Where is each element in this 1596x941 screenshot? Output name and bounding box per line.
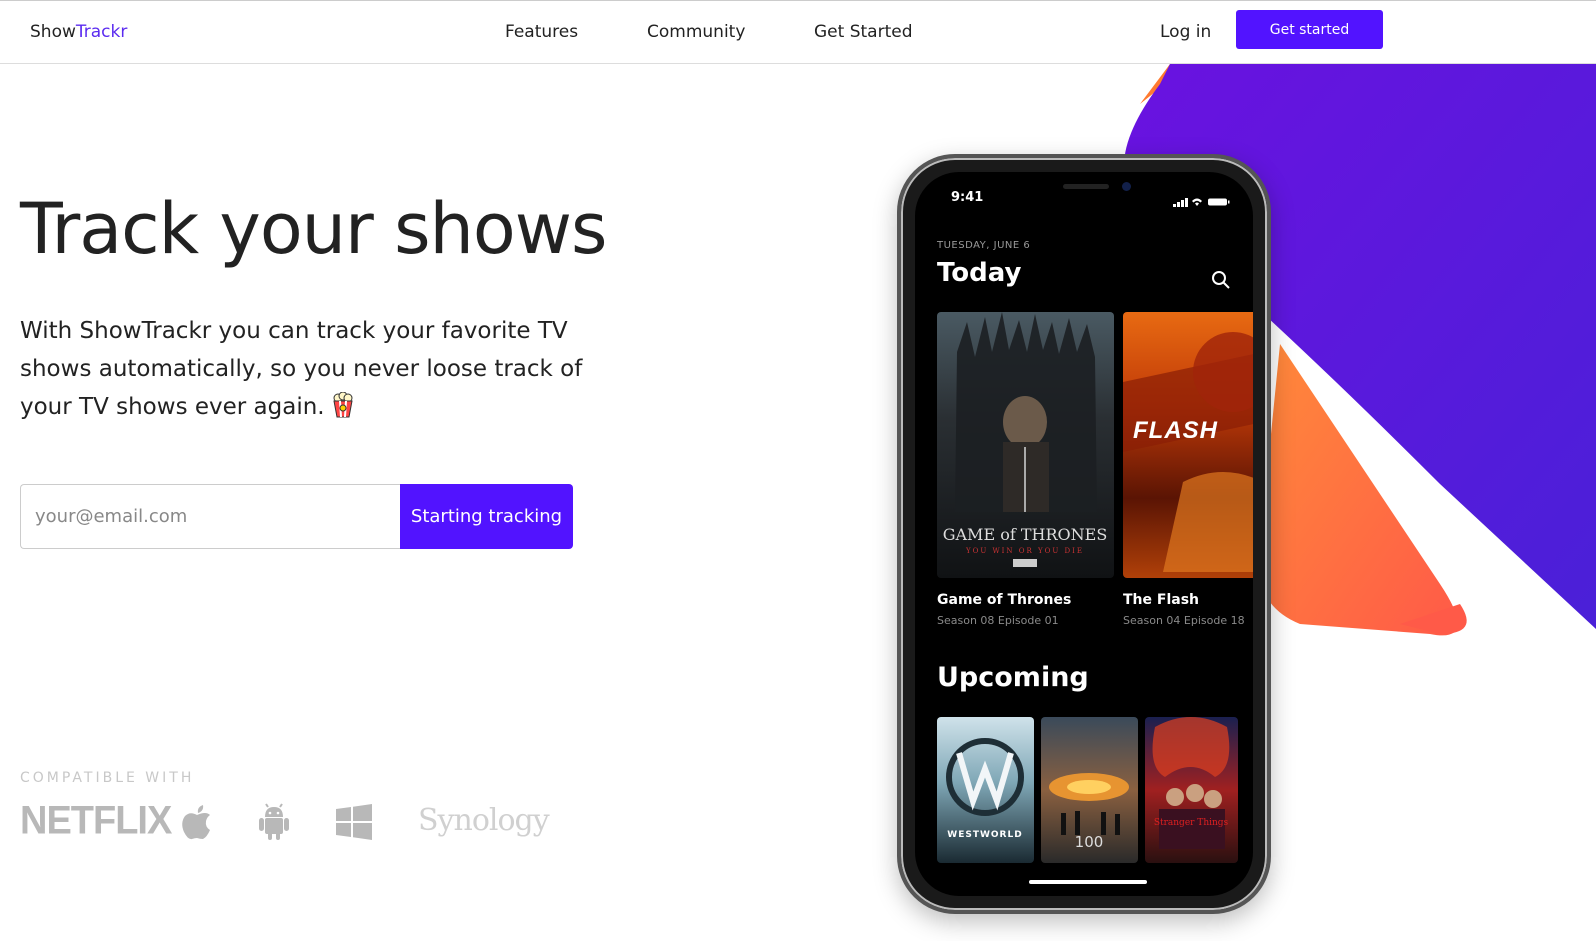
phone-camera <box>1122 182 1131 191</box>
nav-link-features[interactable]: Features <box>505 22 578 42</box>
android-icon <box>256 803 292 845</box>
top-navbar: ShowTrackr Features Community Get Starte… <box>0 0 1596 64</box>
search-icon[interactable] <box>1211 270 1231 294</box>
poster-the-100[interactable]: 100 <box>1041 717 1138 863</box>
hero-subhead: With ShowTrackr you can track your favor… <box>20 312 600 430</box>
svg-text:GAME of THRONES: GAME of THRONES <box>943 525 1108 544</box>
netflix-logo: NETFLIX <box>20 798 172 844</box>
upcoming-heading: Upcoming <box>937 662 1089 693</box>
brand-prefix: Show <box>30 22 76 42</box>
show-title: Game of Thrones <box>937 592 1072 608</box>
login-link[interactable]: Log in <box>1160 22 1211 42</box>
status-time: 9:41 <box>951 190 984 205</box>
apple-icon <box>180 803 214 845</box>
start-tracking-button[interactable]: Starting tracking <box>400 484 573 549</box>
brand-accent: Trackr <box>75 22 128 42</box>
show-title: The Flash <box>1123 592 1199 608</box>
svg-text:FLASH: FLASH <box>1133 417 1218 444</box>
signup-form: Starting tracking <box>20 484 573 549</box>
get-started-button[interactable]: Get started <box>1236 10 1383 49</box>
today-date: TUESDAY, JUNE 6 <box>937 240 1031 251</box>
stranger-things-title: Stranger Things <box>1154 818 1229 828</box>
hero-headline: Track your shows <box>20 188 607 270</box>
the-100-title: 100 <box>1075 833 1104 851</box>
phone-screen: 9:41 TUESDAY, JUNE 6 Today GAME of THRON… <box>915 172 1253 896</box>
nav-link-community[interactable]: Community <box>647 22 745 42</box>
phone-speaker <box>1063 184 1109 189</box>
today-heading: Today <box>937 258 1022 288</box>
home-indicator <box>1029 880 1147 884</box>
show-episode: Season 04 Episode 18 <box>1123 614 1245 627</box>
compatible-with-label: COMPATIBLE WITH <box>20 770 195 786</box>
nav-link-get-started[interactable]: Get Started <box>814 22 912 42</box>
synology-logo: Synology <box>418 803 550 838</box>
westworld-title: WESTWORLD <box>947 830 1022 840</box>
email-input[interactable] <box>20 484 401 549</box>
status-icons <box>1173 192 1231 211</box>
phone-mockup: 9:41 TUESDAY, JUNE 6 Today GAME of THRON… <box>897 154 1271 914</box>
hero-subhead-text: With ShowTrackr you can track your favor… <box>20 318 583 420</box>
poster-the-flash[interactable]: FLASH <box>1123 312 1253 578</box>
svg-text:YOU WIN OR YOU DIE: YOU WIN OR YOU DIE <box>965 547 1084 555</box>
popcorn-icon <box>331 391 355 430</box>
poster-westworld[interactable]: WESTWORLD <box>937 717 1034 863</box>
show-episode: Season 08 Episode 01 <box>937 614 1059 627</box>
poster-game-of-thrones[interactable]: GAME of THRONES YOU WIN OR YOU DIE <box>937 312 1114 578</box>
windows-icon <box>335 803 373 845</box>
brand-logo[interactable]: ShowTrackr <box>30 22 127 42</box>
poster-stranger-things[interactable]: Stranger Things <box>1145 717 1238 863</box>
